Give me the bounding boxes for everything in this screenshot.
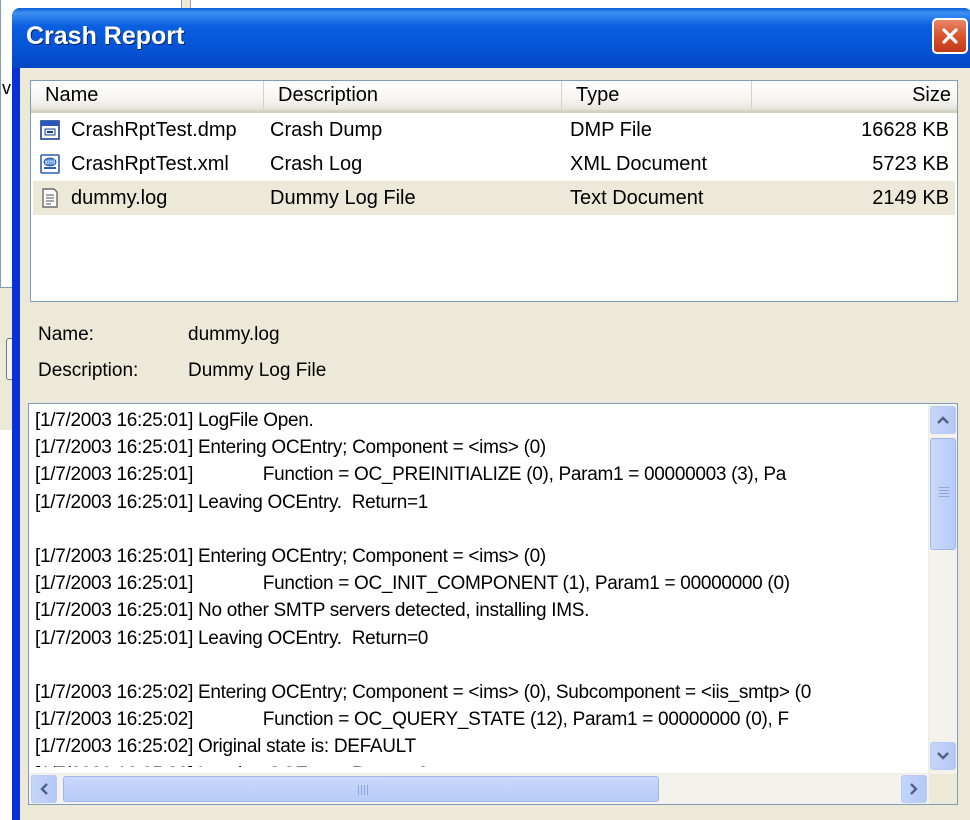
- log-line: [1/7/2003 16:25:01] No other SMTP server…: [35, 600, 590, 622]
- log-line: [1/7/2003 16:25:02] Original state is: D…: [35, 736, 416, 758]
- scrollbar-corner: [929, 774, 957, 804]
- name-value: dummy.log: [188, 324, 280, 345]
- file-list[interactable]: Name Description Type Size CrashRptTest.…: [30, 80, 958, 302]
- column-header-name[interactable]: Name: [31, 81, 264, 110]
- column-header-type[interactable]: Type: [562, 81, 752, 110]
- log-line: [1/7/2003 16:25:02] Function = OC_QUERY_…: [35, 709, 789, 731]
- file-row-xml[interactable]: xml CrashRptTest.xml Crash Log XML Docum…: [33, 147, 955, 181]
- crash-report-dialog: Crash Report Name Description Type Size: [12, 8, 970, 820]
- xml-file-icon: xml: [40, 154, 60, 174]
- chevron-left-icon: [40, 783, 48, 795]
- file-name: CrashRptTest.xml: [71, 153, 229, 175]
- scroll-right-button[interactable]: [901, 775, 927, 803]
- dmp-file-icon: [40, 120, 60, 140]
- file-row-log[interactable]: dummy.log Dummy Log File Text Document 2…: [33, 181, 955, 215]
- close-button[interactable]: [932, 18, 968, 54]
- log-line: [1/7/2003 16:25:02] Entering OCEntry; Co…: [35, 682, 811, 704]
- log-line: [1/7/2003 16:25:01] Entering OCEntry; Co…: [35, 437, 546, 459]
- chevron-down-icon: [937, 752, 949, 760]
- log-line: [1/7/2003 16:25:01] LogFile Open.: [35, 410, 314, 431]
- log-line: [1/7/2003 16:25:02] Leaving OCEntry. Ret…: [35, 761, 935, 767]
- file-type: XML Document: [570, 153, 708, 175]
- file-description: Dummy Log File: [270, 187, 416, 209]
- window-title: Crash Report: [26, 22, 185, 50]
- log-text: [1/7/2003 16:25:01] LogFile Open. [1/7/20…: [35, 407, 935, 767]
- description-label: Description:: [38, 360, 139, 381]
- chevron-right-icon: [910, 783, 918, 795]
- background-text: v: [2, 78, 11, 98]
- dialog-client-area: Name Description Type Size CrashRptTest.…: [20, 68, 970, 820]
- file-size: 5723 KB: [872, 153, 949, 175]
- file-description: Crash Dump: [270, 119, 383, 141]
- vertical-scroll-thumb[interactable]: [930, 438, 956, 550]
- svg-text:xml: xml: [44, 159, 55, 166]
- vertical-scrollbar[interactable]: [928, 404, 957, 774]
- log-line: [1/7/2003 16:25:01] Function = OC_INIT_C…: [35, 573, 790, 595]
- description-value: Dummy Log File: [188, 360, 327, 381]
- chevron-up-icon: [937, 416, 949, 424]
- file-size: 2149 KB: [872, 187, 949, 209]
- scroll-down-button[interactable]: [930, 742, 956, 770]
- file-name: dummy.log: [71, 187, 168, 209]
- text-file-icon: [42, 188, 58, 208]
- file-size: 16628 KB: [861, 119, 949, 141]
- column-header-size[interactable]: Size: [752, 81, 957, 110]
- file-description: Crash Log: [270, 153, 363, 175]
- file-name: CrashRptTest.dmp: [71, 119, 237, 141]
- title-bar[interactable]: Crash Report: [12, 8, 970, 68]
- horizontal-scrollbar[interactable]: [29, 773, 929, 804]
- horizontal-scroll-thumb[interactable]: [63, 776, 659, 802]
- log-line: [1/7/2003 16:25:01] Leaving OCEntry. Ret…: [35, 627, 429, 649]
- column-header-description[interactable]: Description: [264, 81, 562, 110]
- log-preview[interactable]: [1/7/2003 16:25:01] LogFile Open. [1/7/20…: [28, 403, 958, 805]
- file-row-dmp[interactable]: CrashRptTest.dmp Crash Dump DMP File 166…: [33, 113, 955, 147]
- log-line: [1/7/2003 16:25:01] Entering OCEntry; Co…: [35, 546, 546, 568]
- file-type: DMP File: [570, 119, 652, 141]
- list-header: Name Description Type Size: [31, 81, 957, 113]
- file-type: Text Document: [570, 187, 704, 209]
- scroll-up-button[interactable]: [930, 406, 956, 434]
- close-icon: [942, 28, 958, 44]
- log-line: [1/7/2003 16:25:01] Function = OC_PREINI…: [35, 464, 787, 486]
- log-line: [1/7/2003 16:25:01] Leaving OCEntry. Ret…: [35, 491, 429, 513]
- name-label: Name:: [38, 324, 94, 345]
- scroll-left-button[interactable]: [31, 775, 57, 803]
